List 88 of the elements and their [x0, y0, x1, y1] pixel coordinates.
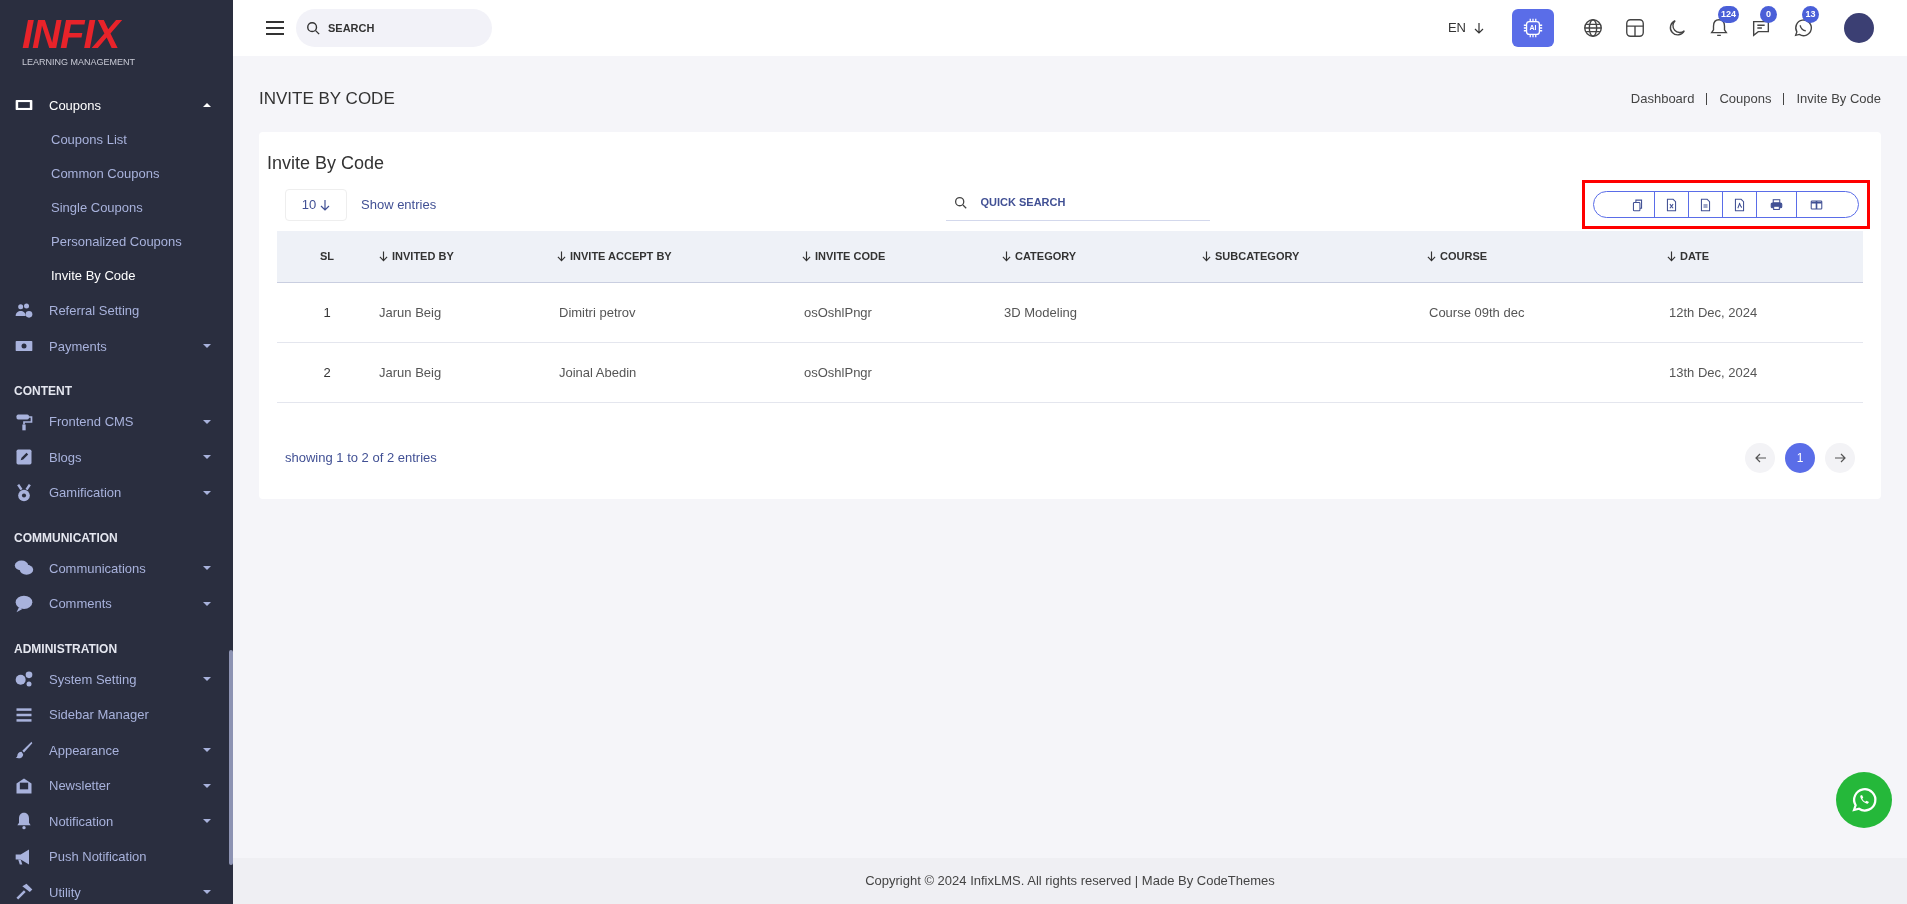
speech-bubble-icon [14, 593, 34, 614]
scrollbar-thumb[interactable] [229, 650, 233, 865]
sidebar-item[interactable]: Communications [0, 550, 233, 586]
sort-arrow-icon [1427, 251, 1436, 262]
column-header[interactable]: DATE [1667, 248, 1710, 265]
sidebar-item[interactable]: Blogs [0, 439, 233, 475]
logo-subtitle: LEARNING MANAGEMENT [22, 56, 135, 69]
quick-search-field[interactable]: QUICK SEARCH [945, 183, 1210, 221]
page-title: INVITE BY CODE [259, 88, 395, 111]
menu-icon[interactable] [266, 21, 284, 35]
section-heading: COMMUNICATION [13, 529, 119, 547]
sidebar-item[interactable]: System Setting [0, 661, 233, 697]
breadcrumb-link[interactable]: Coupons [1719, 89, 1772, 109]
sort-arrow-icon [802, 251, 811, 262]
table-cell: Jarun Beig [379, 364, 442, 380]
logo-text: INFIX [22, 14, 120, 54]
sidebar-item[interactable]: Push Notification [0, 839, 233, 875]
notification-badge: 124 [1718, 6, 1740, 23]
breadcrumb-link[interactable]: Dashboard [1630, 89, 1695, 109]
table-cell: Course 09th dec [1429, 304, 1525, 320]
table-cell: Jarun Beig [379, 304, 442, 320]
submenu-item[interactable]: Coupons List [0, 123, 127, 157]
page-size-selector[interactable]: 10 [285, 189, 347, 221]
arrow-right-icon [1834, 453, 1846, 463]
arrow-down-icon [1474, 23, 1484, 35]
globe-icon[interactable] [1582, 17, 1604, 39]
table-cell: 1 [323, 304, 331, 320]
table-cell: 13th Dec, 2024 [1669, 364, 1758, 380]
sidebar-item[interactable]: Notification [0, 803, 233, 839]
table-cell: 2 [323, 364, 331, 380]
avatar[interactable] [1844, 13, 1874, 43]
language-selector[interactable]: EN [1447, 18, 1484, 38]
submenu-item[interactable]: Single Coupons [0, 191, 143, 225]
section-heading: CONTENT [13, 383, 73, 400]
search-field[interactable]: SEARCH [296, 9, 492, 47]
bell-icon[interactable] [1708, 17, 1730, 39]
page-button[interactable]: 1 [1785, 443, 1815, 473]
sidebar-item[interactable]: Utility [0, 874, 233, 904]
submenu-item[interactable]: Common Coupons [0, 157, 160, 191]
entries-summary: showing 1 to 2 of 2 entries [285, 449, 437, 468]
column-header[interactable]: SL [319, 248, 335, 265]
sort-arrow-icon [379, 251, 388, 262]
sidebar-item[interactable]: Payments [0, 328, 233, 364]
sidebar-item[interactable]: Newsletter [0, 768, 233, 804]
sidebar-item[interactable]: Frontend CMS [0, 404, 233, 440]
notification-badge: 13 [1802, 6, 1819, 23]
column-header[interactable]: SUBCATEGORY [1202, 248, 1300, 265]
sort-arrow-icon [1667, 251, 1676, 262]
sort-arrow-icon [1002, 251, 1011, 262]
column-header[interactable]: CATEGORY [1002, 248, 1077, 265]
arrow-left-icon [1754, 453, 1766, 463]
table-cell: 12th Dec, 2024 [1669, 304, 1758, 320]
search-icon [306, 21, 320, 35]
chip-icon [1522, 17, 1544, 39]
breadcrumb-link[interactable]: Invite By Code [1796, 89, 1881, 109]
sidebar-item[interactable]: Sidebar Manager [0, 697, 233, 733]
show-entries-label: Show entries [361, 196, 437, 215]
sidebar-item[interactable]: Referral Setting [0, 293, 233, 329]
notification-badge: 0 [1760, 6, 1777, 23]
submenu-item[interactable]: Personalized Coupons [0, 225, 182, 259]
layout-icon[interactable] [1624, 17, 1646, 39]
arrow-down-icon [320, 199, 331, 211]
table-cell: 3D Modeling [1004, 304, 1077, 320]
sidebar-item[interactable]: Comments [0, 586, 233, 622]
sort-arrow-icon [557, 251, 566, 262]
copyright-text: Copyright © 2024 InfixLMS. All rights reserved | Made By CodeThemes [865, 872, 1275, 891]
table-cell: Dimitri petrov [559, 304, 636, 320]
column-header[interactable]: INVITE CODE [802, 248, 886, 265]
column-header[interactable]: INVITED BY [379, 248, 454, 265]
column-header[interactable]: INVITE ACCEPT BY [557, 248, 672, 265]
submenu-item[interactable]: Invite By Code [0, 259, 136, 293]
sort-arrow-icon [1202, 251, 1211, 262]
table-cell: osOshlPngr [804, 304, 872, 320]
table-cell: Joinal Abedin [559, 364, 637, 380]
sidebar-item[interactable]: Appearance [0, 732, 233, 768]
pencil-square-icon [14, 447, 34, 468]
phone-bubble-icon [1849, 785, 1879, 815]
column-header[interactable]: COURSE [1427, 248, 1488, 265]
section-heading: ADMINISTRATION [13, 640, 119, 658]
brush-icon [14, 740, 34, 761]
sidebar-item[interactable]: Coupons [0, 87, 233, 123]
card-title: Invite By Code [267, 152, 386, 175]
chat-phone-icon[interactable] [1792, 17, 1814, 39]
search-icon [953, 196, 967, 209]
table-cell: osOshlPngr [804, 364, 872, 380]
whatsapp-button[interactable] [1836, 772, 1892, 828]
medal-icon [14, 482, 34, 503]
sidebar-item[interactable]: Gamification [0, 475, 233, 511]
